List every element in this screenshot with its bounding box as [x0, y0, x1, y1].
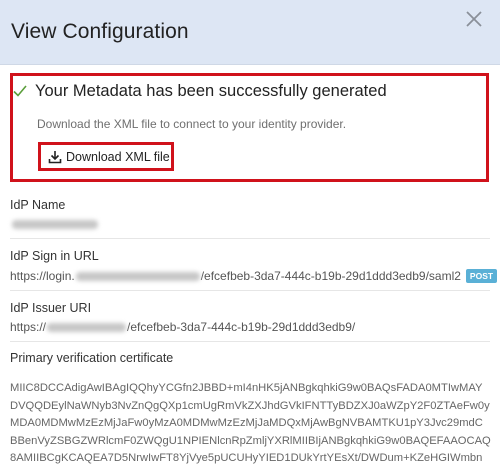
idp-sign-in-url-value: https://login. /efcefbeb-3da7-444c-b19b-2…	[10, 269, 498, 283]
divider	[10, 238, 490, 239]
certificate-line: BBenVyZSBGZWRlcmF0ZWQgU1NPIENlcnRpZmljYX…	[10, 434, 491, 447]
issuer-uri-prefix: https://	[10, 320, 47, 334]
idp-sign-in-url-label: IdP Sign in URL	[10, 249, 99, 263]
check-icon	[13, 84, 27, 98]
sign-in-url-suffix: /efcefbeb-3da7-444c-b19b-29d1ddd3edb9/sa…	[200, 269, 461, 283]
success-subtitle: Download the XML file to connect to your…	[37, 117, 347, 131]
success-title: Your Metadata has been successfully gene…	[35, 82, 387, 100]
download-xml-button[interactable]: Download XML file	[38, 142, 174, 171]
certificate-line: 8AMIIBCgKCAQEA7D5NrwIwFT8YjVye5pUCUHyYIE…	[10, 452, 483, 464]
redacted-domain	[47, 323, 127, 333]
idp-issuer-uri-value: https:// /efcefbeb-3da7-444c-b19b-29d1ddd…	[10, 320, 355, 334]
issuer-uri-suffix: /efcefbeb-3da7-444c-b19b-29d1ddd3edb9/	[127, 320, 356, 334]
certificate-line: DVQQDEylNaWNyb3NvZnQgQXp1cmUgRmVkZXJhdGV…	[10, 399, 490, 412]
download-xml-label: Download XML file	[66, 149, 170, 164]
idp-name-label: IdP Name	[10, 198, 66, 212]
dialog-header: View Configuration	[0, 0, 500, 65]
redacted-idp-name	[12, 220, 98, 230]
certificate-line: MIIC8DCCAdigAwIBAgIQQhyYCGfn2JBBD+mI4nHK…	[10, 382, 483, 394]
download-icon	[48, 150, 62, 164]
dialog-title: View Configuration	[11, 20, 189, 43]
divider	[10, 341, 490, 342]
divider	[10, 290, 490, 291]
certificate-text: MIIC8DCCAdigAwIBAgIQQhyYCGfn2JBBD+mI4nHK…	[10, 380, 492, 468]
idp-name-value	[10, 217, 99, 231]
close-icon[interactable]	[464, 9, 484, 29]
post-badge: POST	[465, 269, 498, 283]
certificate-label: Primary verification certificate	[10, 351, 174, 365]
sign-in-url-prefix: https://login.	[10, 269, 75, 283]
idp-issuer-uri-label: IdP Issuer URI	[10, 301, 92, 315]
certificate-line: MDA0MDMwMzEzMjJaFw0yMzA0MDMwMzEzMjJaMDQx…	[10, 417, 483, 429]
redacted-domain	[75, 272, 200, 282]
